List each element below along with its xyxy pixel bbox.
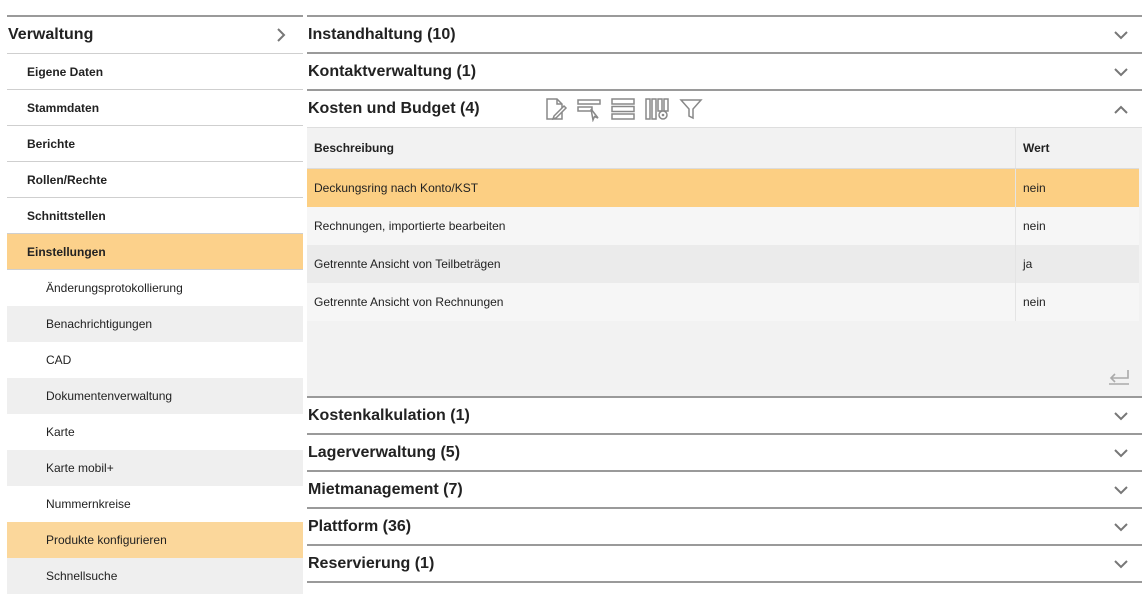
select-rows-icon[interactable] <box>576 96 602 122</box>
chevron-down-icon <box>1114 448 1128 457</box>
section-title: Kostenkalkulation (1) <box>308 406 470 424</box>
section-instandhaltung[interactable]: Instandhaltung (10) <box>307 15 1142 52</box>
sidebar-subitem-nummernkreise[interactable]: Nummernkreise <box>7 486 303 522</box>
chevron-down-icon <box>1114 559 1128 568</box>
column-header-wert[interactable]: Wert <box>1015 128 1139 169</box>
settings-table-panel: Beschreibung Wert Deckungsring nach Kont… <box>307 127 1142 396</box>
chevron-right-icon <box>277 28 286 42</box>
section-title: Lagerverwaltung (5) <box>308 443 461 461</box>
section-title: Plattform (36) <box>308 517 412 535</box>
section-reservierung[interactable]: Reservierung (1) <box>307 544 1142 581</box>
sidebar-subitem-cad[interactable]: CAD <box>7 342 303 378</box>
chevron-down-icon <box>1114 67 1128 76</box>
cell-description: Getrennte Ansicht von Rechnungen <box>307 283 1016 321</box>
column-settings-icon[interactable] <box>644 96 670 122</box>
sidebar-subitem-schnellsuche[interactable]: Schnellsuche <box>7 558 303 594</box>
chevron-down-icon <box>1114 522 1128 531</box>
cell-value: nein <box>1015 168 1139 207</box>
list-rows-icon[interactable] <box>610 96 636 122</box>
section-kosten-und-budget[interactable]: Kosten und Budget (4) <box>307 89 1142 127</box>
section-title: Reservierung (1) <box>308 554 435 572</box>
sidebar-item-schnittstellen[interactable]: Schnittstellen <box>7 198 303 234</box>
sidebar-item-stammdaten[interactable]: Stammdaten <box>7 90 303 126</box>
section-lagerverwaltung[interactable]: Lagerverwaltung (5) <box>307 433 1142 470</box>
sidebar-item-einstellungen[interactable]: Einstellungen <box>7 234 303 270</box>
cell-value: nein <box>1015 207 1139 245</box>
table-row[interactable]: Rechnungen, importierte bearbeiten nein <box>307 207 1139 245</box>
sidebar-title: Verwaltung <box>8 26 94 43</box>
table-row[interactable]: Getrennte Ansicht von Rechnungen nein <box>307 283 1139 321</box>
sidebar-subitem-benachrichtigungen[interactable]: Benachrichtigungen <box>7 306 303 342</box>
cell-value: nein <box>1015 283 1139 321</box>
edit-document-icon[interactable] <box>542 96 568 122</box>
sidebar-item-berichte[interactable]: Berichte <box>7 126 303 162</box>
table-row[interactable]: Deckungsring nach Konto/KST nein <box>307 168 1139 207</box>
chevron-up-icon <box>1114 105 1128 114</box>
return-arrow-icon[interactable] <box>1106 366 1132 388</box>
section-title: Kontaktverwaltung (1) <box>308 62 477 80</box>
section-plattform[interactable]: Plattform (36) <box>307 507 1142 544</box>
chevron-down-icon <box>1114 30 1128 39</box>
sidebar-subitem-aenderungsprotokollierung[interactable]: Änderungsprotokollierung <box>7 270 303 306</box>
section-title: Kosten und Budget (4) <box>308 100 480 117</box>
filter-icon[interactable] <box>678 96 704 122</box>
cell-description: Deckungsring nach Konto/KST <box>307 168 1016 207</box>
table-row[interactable]: Getrennte Ansicht von Teilbeträgen ja <box>307 245 1139 283</box>
section-title: Instandhaltung (10) <box>308 25 456 43</box>
settings-accordion: Instandhaltung (10) Kontaktverwaltung (1… <box>307 15 1142 593</box>
cell-value: ja <box>1015 245 1139 283</box>
settings-table: Beschreibung Wert Deckungsring nach Kont… <box>307 128 1139 321</box>
section-kostenkalkulation[interactable]: Kostenkalkulation (1) <box>307 396 1142 433</box>
chevron-down-icon <box>1114 485 1128 494</box>
sidebar-subitem-dokumentenverwaltung[interactable]: Dokumentenverwaltung <box>7 378 303 414</box>
section-mietmanagement[interactable]: Mietmanagement (7) <box>307 470 1142 507</box>
section-kontaktverwaltung[interactable]: Kontaktverwaltung (1) <box>307 52 1142 89</box>
chevron-down-icon <box>1114 411 1128 420</box>
sidebar-header-verwaltung[interactable]: Verwaltung <box>7 17 303 54</box>
cell-description: Getrennte Ansicht von Teilbeträgen <box>307 245 1016 283</box>
column-header-beschreibung[interactable]: Beschreibung <box>307 128 1016 169</box>
cell-description: Rechnungen, importierte bearbeiten <box>307 207 1016 245</box>
section-divider <box>307 581 1142 593</box>
sidebar-subitem-karte-mobil[interactable]: Karte mobil+ <box>7 450 303 486</box>
sidebar: Verwaltung Eigene Daten Stammdaten Beric… <box>7 15 303 607</box>
section-title: Mietmanagement (7) <box>308 480 463 498</box>
table-header-row: Beschreibung Wert <box>307 128 1139 169</box>
sidebar-item-eigene-daten[interactable]: Eigene Daten <box>7 54 303 90</box>
sidebar-subitem-produkte-konfigurieren[interactable]: Produkte konfigurieren <box>7 522 303 558</box>
sidebar-subitem-karte[interactable]: Karte <box>7 414 303 450</box>
sidebar-item-rollen-rechte[interactable]: Rollen/Rechte <box>7 162 303 198</box>
section-toolbar <box>542 96 704 122</box>
